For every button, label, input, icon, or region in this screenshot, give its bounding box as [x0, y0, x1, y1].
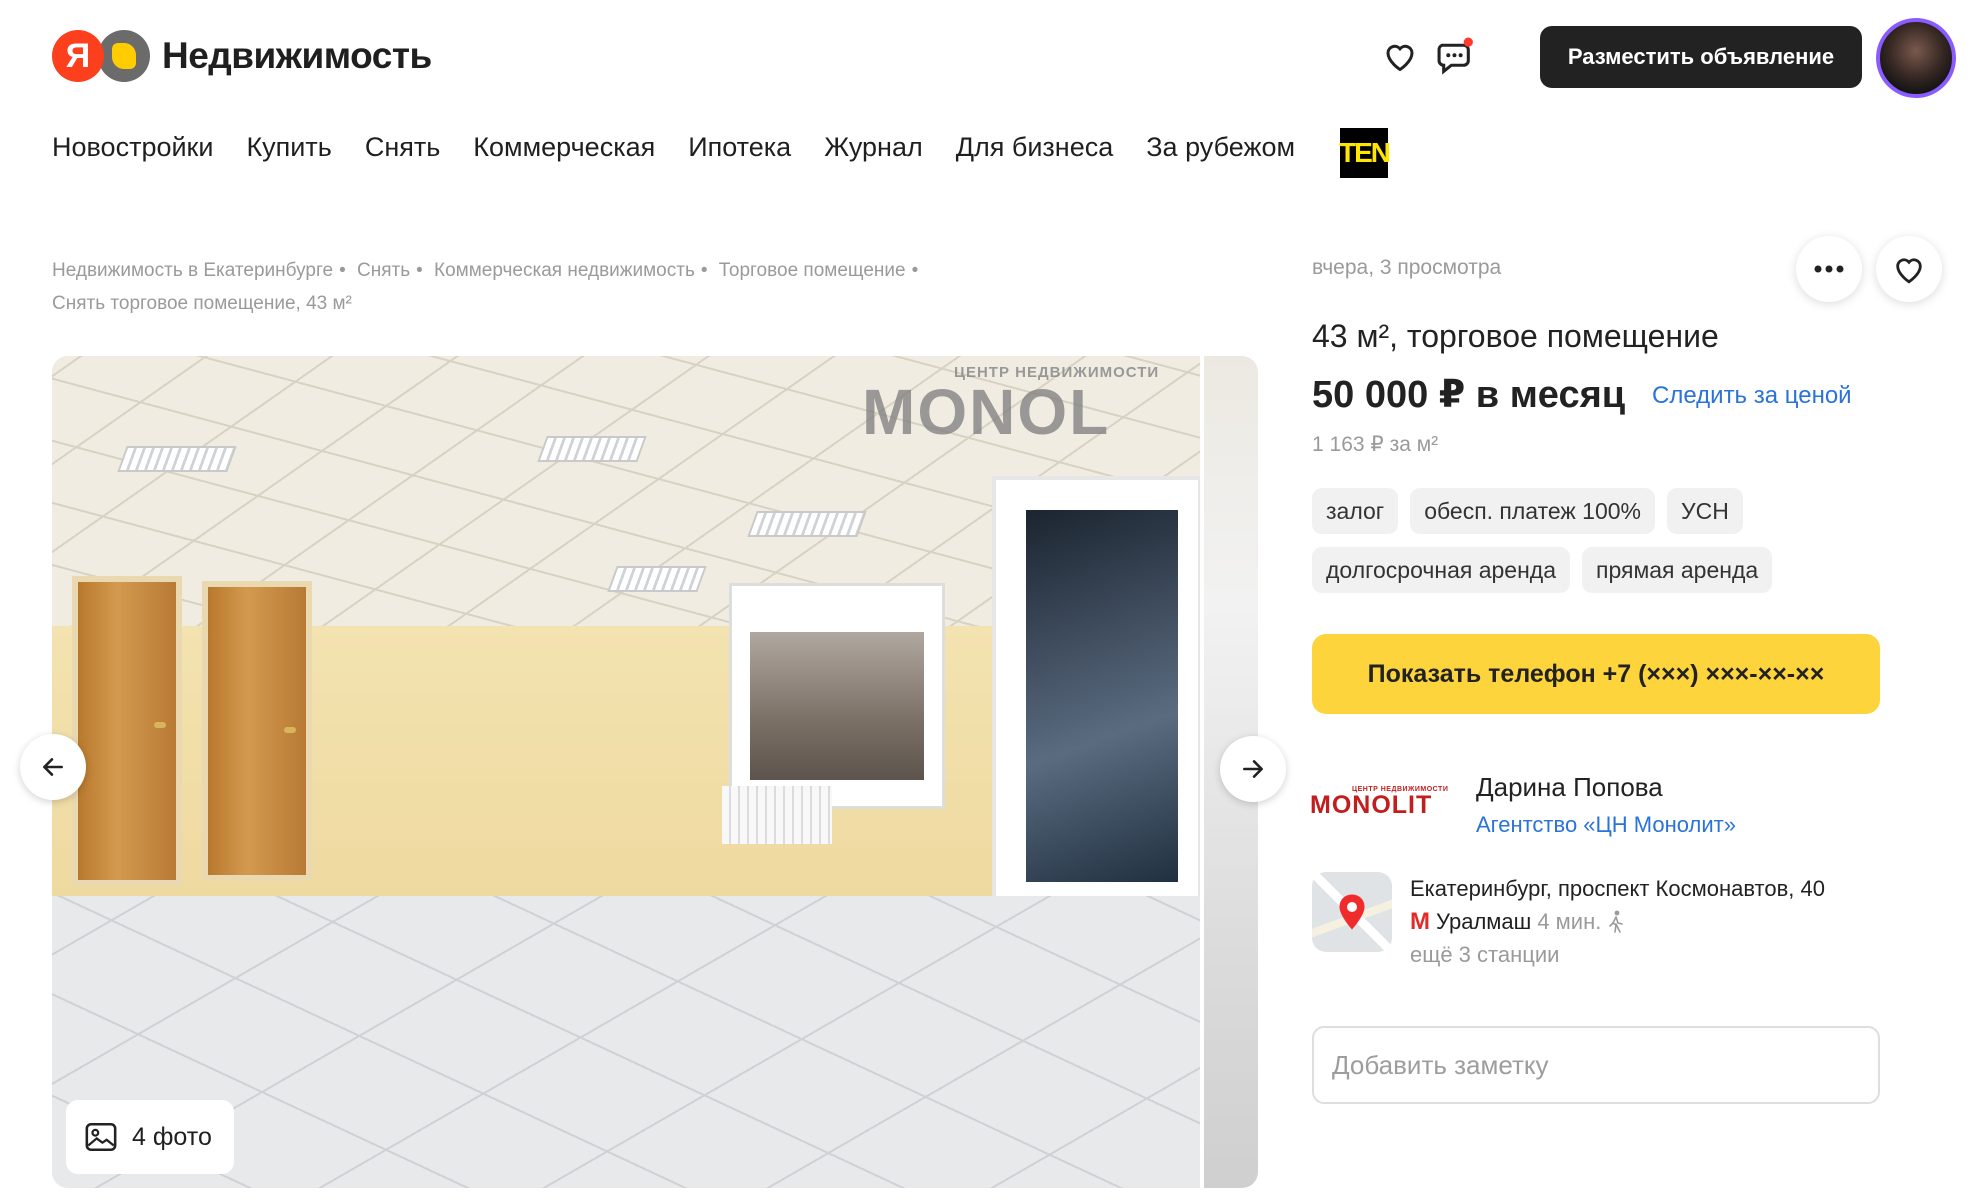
agency-link[interactable]: Агентство «ЦН Монолит»	[1476, 812, 1736, 838]
tag: долгосрочная аренда	[1312, 547, 1570, 593]
agent-name[interactable]: Дарина Попова	[1476, 772, 1663, 803]
breadcrumb-item[interactable]: Торговое помещение	[719, 260, 906, 281]
metro-info: М Уралмаш 4 мин.	[1410, 908, 1625, 936]
price-per-m2: 1 163 ₽ за м²	[1312, 433, 1439, 456]
listing-meta: вчера, 3 просмотра	[1312, 256, 1502, 279]
ceiling-lamp	[117, 446, 237, 472]
tag: УСН	[1667, 488, 1743, 534]
ceiling-lamp	[537, 436, 647, 462]
tag: прямая аренда	[1582, 547, 1773, 593]
post-ad-button[interactable]: Разместить объявление	[1540, 26, 1862, 88]
map-pin-icon	[1339, 894, 1365, 930]
ceiling-lamp	[747, 511, 867, 537]
nav-item-buy[interactable]: Купить	[246, 132, 331, 163]
walking-icon	[1609, 910, 1624, 933]
photo-count-button[interactable]: 4 фото	[66, 1100, 234, 1174]
tag: обесп. платеж 100%	[1410, 488, 1656, 534]
more-stations-link[interactable]: ещё 3 станции	[1410, 942, 1559, 968]
metro-time: 4 мин.	[1537, 909, 1602, 934]
yandex-logo-icon: Я	[52, 30, 104, 82]
breadcrumb: Недвижимость в Екатеринбурге • Снять • Ком…	[52, 260, 919, 314]
nav-item-abroad[interactable]: За рубежом	[1146, 132, 1295, 163]
breadcrumb-item[interactable]: Недвижимость в Екатеринбурге	[52, 260, 333, 281]
more-options-button[interactable]	[1796, 236, 1862, 302]
breadcrumb-item[interactable]: Снять	[357, 260, 410, 281]
breadcrumb-item[interactable]: Коммерческая недвижимость	[434, 260, 695, 281]
logo-text: Недвижимость	[162, 35, 432, 76]
photo-radiator	[722, 786, 832, 844]
favorites-heart-icon[interactable]	[1378, 34, 1422, 78]
image-icon	[85, 1122, 117, 1152]
arrow-left-icon	[43, 758, 63, 776]
more-dots-icon	[1814, 265, 1844, 273]
metro-station: Уралмаш	[1436, 909, 1532, 934]
nav-item-rent[interactable]: Снять	[365, 132, 440, 163]
gallery-main-photo[interactable]: ЦЕНТР НЕДВИЖИМОСТИ MONOL	[52, 356, 1200, 1188]
photo-glass-door	[992, 476, 1200, 916]
map-thumbnail[interactable]	[1312, 872, 1392, 952]
main-nav: Новостройки Купить Снять Коммерческая Ип…	[52, 132, 1295, 163]
gallery-next-button[interactable]	[1220, 736, 1286, 802]
gallery-prev-button[interactable]	[20, 734, 86, 800]
nav-item-commercial[interactable]: Коммерческая	[473, 132, 655, 163]
heart-icon	[1896, 258, 1922, 284]
add-favorite-button[interactable]	[1876, 236, 1942, 302]
nav-item-journal[interactable]: Журнал	[824, 132, 923, 163]
tag: залог	[1312, 488, 1399, 534]
photo-window	[732, 586, 942, 806]
photo-door	[202, 581, 312, 881]
photo-door	[72, 576, 182, 886]
arrow-right-icon	[1243, 760, 1263, 778]
photo-count-label: 4 фото	[132, 1122, 212, 1151]
avatar[interactable]	[1876, 18, 1956, 98]
agency-logo[interactable]: ЦЕНТР НЕДВИЖИМОСТИ MONOLIT	[1310, 786, 1460, 826]
add-note-input[interactable]	[1312, 1026, 1880, 1104]
nav-item-mortgage[interactable]: Ипотека	[688, 132, 791, 163]
listing-title: 43 м², торговое помещение	[1312, 318, 1719, 354]
show-phone-button[interactable]: Показать телефон +7 (×××) ×××-××-××	[1312, 634, 1880, 714]
listing-tags: залог обесп. платеж 100% УСН долгосрочна…	[1312, 488, 1912, 593]
chat-icon[interactable]	[1434, 34, 1478, 78]
nav-item-business[interactable]: Для бизнеса	[956, 132, 1114, 163]
ten-badge[interactable]: TEN	[1339, 128, 1391, 178]
nav-item-new-buildings[interactable]: Новостройки	[52, 132, 213, 163]
address: Екатеринбург, проспект Космонавтов, 40	[1410, 876, 1825, 901]
ceiling-lamp	[607, 566, 707, 592]
realty-logo-icon	[98, 30, 150, 82]
photo-watermark: ЦЕНТР НЕДВИЖИМОСТИ MONOL	[862, 364, 1160, 448]
metro-icon: М	[1410, 908, 1430, 935]
breadcrumb-current: Снять торговое помещение, 43 м²	[52, 293, 352, 314]
logo[interactable]: Я Недвижимость	[52, 30, 432, 82]
listing-price: 50 000 ₽ в месяц	[1312, 374, 1626, 416]
follow-price-link[interactable]: Следить за ценой	[1652, 382, 1852, 410]
